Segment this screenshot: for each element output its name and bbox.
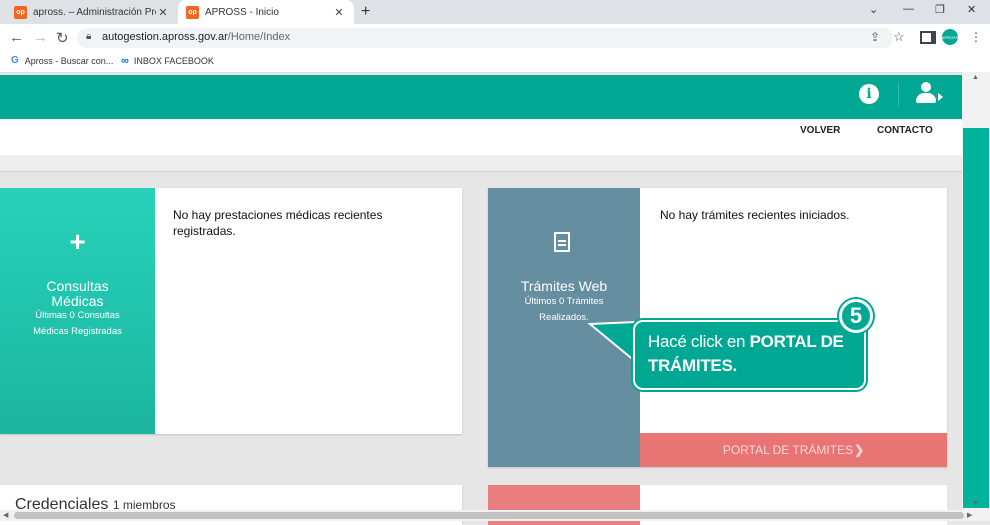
window-close-icon[interactable]: ✕ xyxy=(967,3,976,16)
tab-search-chevron-icon[interactable]: ⌄ xyxy=(869,3,878,16)
tab-title: APROSS - Inicio xyxy=(205,6,279,18)
consultas-subtitle: Últimas 0 Consultas Médicas Registradas xyxy=(33,310,122,337)
lock-icon[interactable]: 🔒︎ xyxy=(86,31,91,42)
scroll-left-icon[interactable]: ◀ xyxy=(3,511,8,519)
consultas-title: Consultas Médicas xyxy=(46,278,109,309)
restore-icon[interactable]: ❐ xyxy=(935,3,945,16)
kebab-menu-icon[interactable]: ⋮ xyxy=(970,30,982,44)
site-header xyxy=(0,75,962,119)
scroll-down-icon[interactable]: ▼ xyxy=(972,500,979,507)
header-divider xyxy=(898,82,899,106)
nav-volver[interactable]: VOLVER xyxy=(800,125,840,136)
section-divider xyxy=(0,155,962,172)
callout-text-plain: Hacé click en xyxy=(648,332,746,351)
forward-arrow-icon[interactable]: → xyxy=(33,29,48,46)
google-icon: G xyxy=(11,55,19,66)
new-tab-icon[interactable]: + xyxy=(361,3,370,21)
minimize-icon[interactable]: — xyxy=(903,3,914,15)
side-panel-icon[interactable] xyxy=(920,31,936,44)
document-icon xyxy=(554,232,570,252)
tramites-title: Trámites Web xyxy=(520,278,608,294)
close-icon[interactable]: ✕ xyxy=(332,6,346,19)
callout-text: Hacé click en PORTAL DE TRÁMITES. xyxy=(648,330,854,378)
tab-title: apross. – Administración Provincial xyxy=(33,6,156,18)
bookmark-label: Apross - Buscar con... xyxy=(24,55,114,66)
scroll-right-icon[interactable]: ▶ xyxy=(967,511,972,519)
tramites-message: No hay trámites recientes iniciados. xyxy=(660,208,850,222)
url-host: autogestion.apross.gov.ar xyxy=(102,31,228,43)
browser-tab-active[interactable]: op APROSS - Inicio ✕ xyxy=(178,0,354,24)
apross-favicon-icon: op xyxy=(186,5,199,19)
bookmark-label: INBOX FACEBOOK xyxy=(133,56,214,66)
browser-tab[interactable]: op apross. – Administración Provincial ✕ xyxy=(6,0,178,24)
reload-icon[interactable]: ↻ xyxy=(56,29,69,47)
step-number-badge: 5 xyxy=(839,299,873,333)
vertical-scroll-thumb[interactable] xyxy=(963,128,989,508)
close-icon[interactable]: ✕ xyxy=(156,6,170,19)
url-path: /Home/Index xyxy=(227,31,291,43)
bookmark-apross-search[interactable]: G Apross - Buscar con... xyxy=(11,55,113,66)
consultas-panel[interactable]: + Consultas Médicas Últimas 0 Consultas … xyxy=(0,188,155,434)
callout-pointer xyxy=(587,320,637,364)
url-text[interactable]: autogestion.apross.gov.ar/Home/Index xyxy=(102,31,290,43)
portal-tramites-button[interactable]: PORTAL DE TRÁMITES ❯ xyxy=(640,433,947,467)
plus-icon: + xyxy=(69,226,86,257)
share-icon[interactable]: ⇪ xyxy=(870,30,880,44)
chevron-right-icon: ❯ xyxy=(854,443,865,457)
apross-favicon-icon: op xyxy=(14,5,27,19)
portal-button-label: PORTAL DE TRÁMITES xyxy=(722,443,854,457)
profile-avatar[interactable]: APROSS xyxy=(942,29,958,45)
meta-icon: ∞ xyxy=(121,55,129,67)
info-icon[interactable]: i xyxy=(859,84,879,104)
nav-contacto[interactable]: CONTACTO xyxy=(877,125,933,136)
bookmark-inbox-facebook[interactable]: ∞ INBOX FACEBOOK xyxy=(121,55,214,67)
scroll-up-icon[interactable]: ▲ xyxy=(972,74,979,81)
consultas-message: No hay prestaciones médicas recientes re… xyxy=(173,208,383,238)
back-arrow-icon[interactable]: ← xyxy=(9,29,24,46)
star-icon[interactable]: ☆ xyxy=(893,29,905,45)
horizontal-scroll-thumb[interactable] xyxy=(14,512,964,519)
